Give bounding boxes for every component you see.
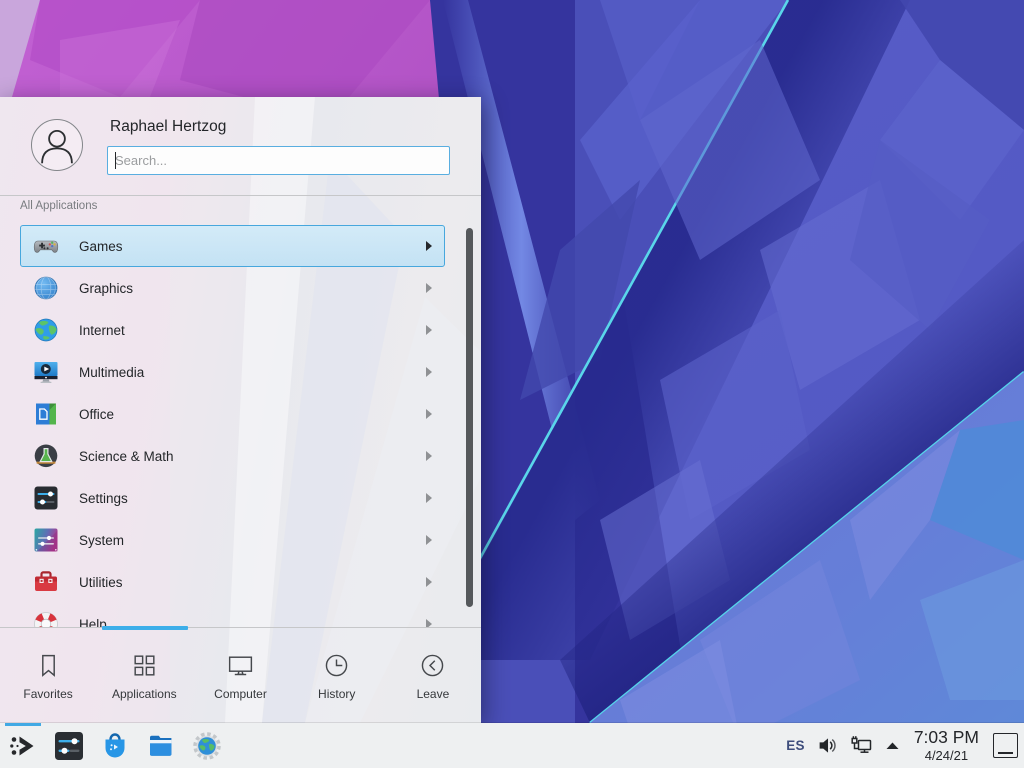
submenu-arrow-icon (426, 535, 432, 545)
utilities-icon (33, 569, 59, 595)
internet-icon (33, 317, 59, 343)
category-system[interactable]: System (20, 519, 445, 561)
active-task-indicator (5, 723, 41, 726)
category-settings[interactable]: Settings (20, 477, 445, 519)
category-internet[interactable]: Internet (20, 309, 445, 351)
tab-favorites[interactable]: Favorites (0, 628, 96, 724)
discover-button[interactable] (99, 730, 131, 762)
application-launcher-button[interactable] (7, 730, 39, 762)
discover-icon (99, 730, 131, 762)
task-manager (7, 723, 223, 768)
graphics-icon (33, 275, 59, 301)
submenu-arrow-icon (426, 451, 432, 461)
file-manager-button[interactable] (145, 730, 177, 762)
tab-label: Applications (112, 687, 177, 701)
science-icon (33, 443, 59, 469)
clock-date: 4/24/21 (925, 749, 968, 762)
submenu-arrow-icon (426, 619, 432, 627)
tab-history[interactable]: History (289, 628, 385, 724)
category-multimedia[interactable]: Multimedia (20, 351, 445, 393)
tab-label: History (318, 687, 355, 701)
kickoff-tab-bar: Favorites Applications Computer History Leav… (0, 627, 481, 724)
settings-icon (33, 485, 59, 511)
category-utilities[interactable]: Utilities (20, 561, 445, 603)
applications-icon (130, 651, 159, 680)
dolphin-icon (145, 730, 177, 762)
category-label: Office (79, 407, 114, 422)
kde-logo-icon (7, 730, 39, 762)
taskbar-panel: ES 7:03 (0, 723, 1024, 768)
category-graphics[interactable]: Graphics (20, 267, 445, 309)
systemsettings-icon (53, 730, 85, 762)
text-caret (115, 152, 116, 169)
search-input[interactable] (107, 146, 450, 175)
user-name: Raphael Hertzog (110, 118, 226, 136)
submenu-arrow-icon (426, 325, 432, 335)
konqueror-icon (191, 730, 223, 762)
section-label: All Applications (20, 200, 97, 212)
tab-label: Favorites (23, 687, 72, 701)
clock-time: 7:03 PM (914, 729, 979, 747)
category-label: Science & Math (79, 449, 174, 464)
tab-label: Computer (214, 687, 267, 701)
history-icon (322, 651, 351, 680)
category-help[interactable]: Help (20, 603, 445, 627)
clock[interactable]: 7:03 PM 4/24/21 (914, 729, 979, 762)
submenu-arrow-icon (426, 283, 432, 293)
keyboard-layout-indicator[interactable]: ES (786, 738, 805, 753)
category-label: Graphics (79, 281, 133, 296)
expand-tray-button[interactable] (885, 741, 900, 751)
help-icon (33, 611, 59, 627)
favorites-icon (34, 651, 63, 680)
tab-applications[interactable]: Applications (96, 628, 192, 724)
submenu-arrow-icon (426, 409, 432, 419)
active-tab-indicator (102, 626, 188, 630)
category-label: Internet (79, 323, 125, 338)
computer-icon (226, 651, 255, 680)
show-desktop-button[interactable] (993, 733, 1018, 758)
system-settings-button[interactable] (53, 730, 85, 762)
submenu-arrow-icon (426, 241, 432, 251)
web-browser-button[interactable] (191, 730, 223, 762)
user-avatar[interactable] (31, 119, 83, 171)
category-label: Multimedia (79, 365, 144, 380)
submenu-arrow-icon (426, 367, 432, 377)
header-divider (0, 195, 481, 196)
system-tray: ES 7:03 (786, 723, 1021, 768)
tab-label: Leave (417, 687, 450, 701)
category-science-math[interactable]: Science & Math (20, 435, 445, 477)
system-icon (33, 527, 59, 553)
scrollbar[interactable] (466, 228, 473, 607)
network-icon[interactable] (850, 735, 873, 757)
category-label: Settings (79, 491, 128, 506)
category-list: Games Graphics Internet Multimedia Office Sci… (20, 225, 445, 627)
games-icon (33, 233, 59, 259)
tab-leave[interactable]: Leave (385, 628, 481, 724)
submenu-arrow-icon (426, 577, 432, 587)
desktop: Raphael Hertzog All Applications Games Gr… (0, 0, 1024, 768)
category-office[interactable]: Office (20, 393, 445, 435)
leave-icon (418, 651, 447, 680)
kickoff-header: Raphael Hertzog (0, 97, 481, 195)
application-launcher-menu: Raphael Hertzog All Applications Games Gr… (0, 97, 481, 723)
volume-icon[interactable] (817, 735, 838, 756)
category-label: System (79, 533, 124, 548)
tab-computer[interactable]: Computer (192, 628, 288, 724)
user-icon (42, 131, 72, 163)
category-label: Games (79, 239, 123, 254)
multimedia-icon (33, 359, 59, 385)
category-label: Utilities (79, 575, 123, 590)
submenu-arrow-icon (426, 493, 432, 503)
office-icon (33, 401, 59, 427)
category-games[interactable]: Games (20, 225, 445, 267)
